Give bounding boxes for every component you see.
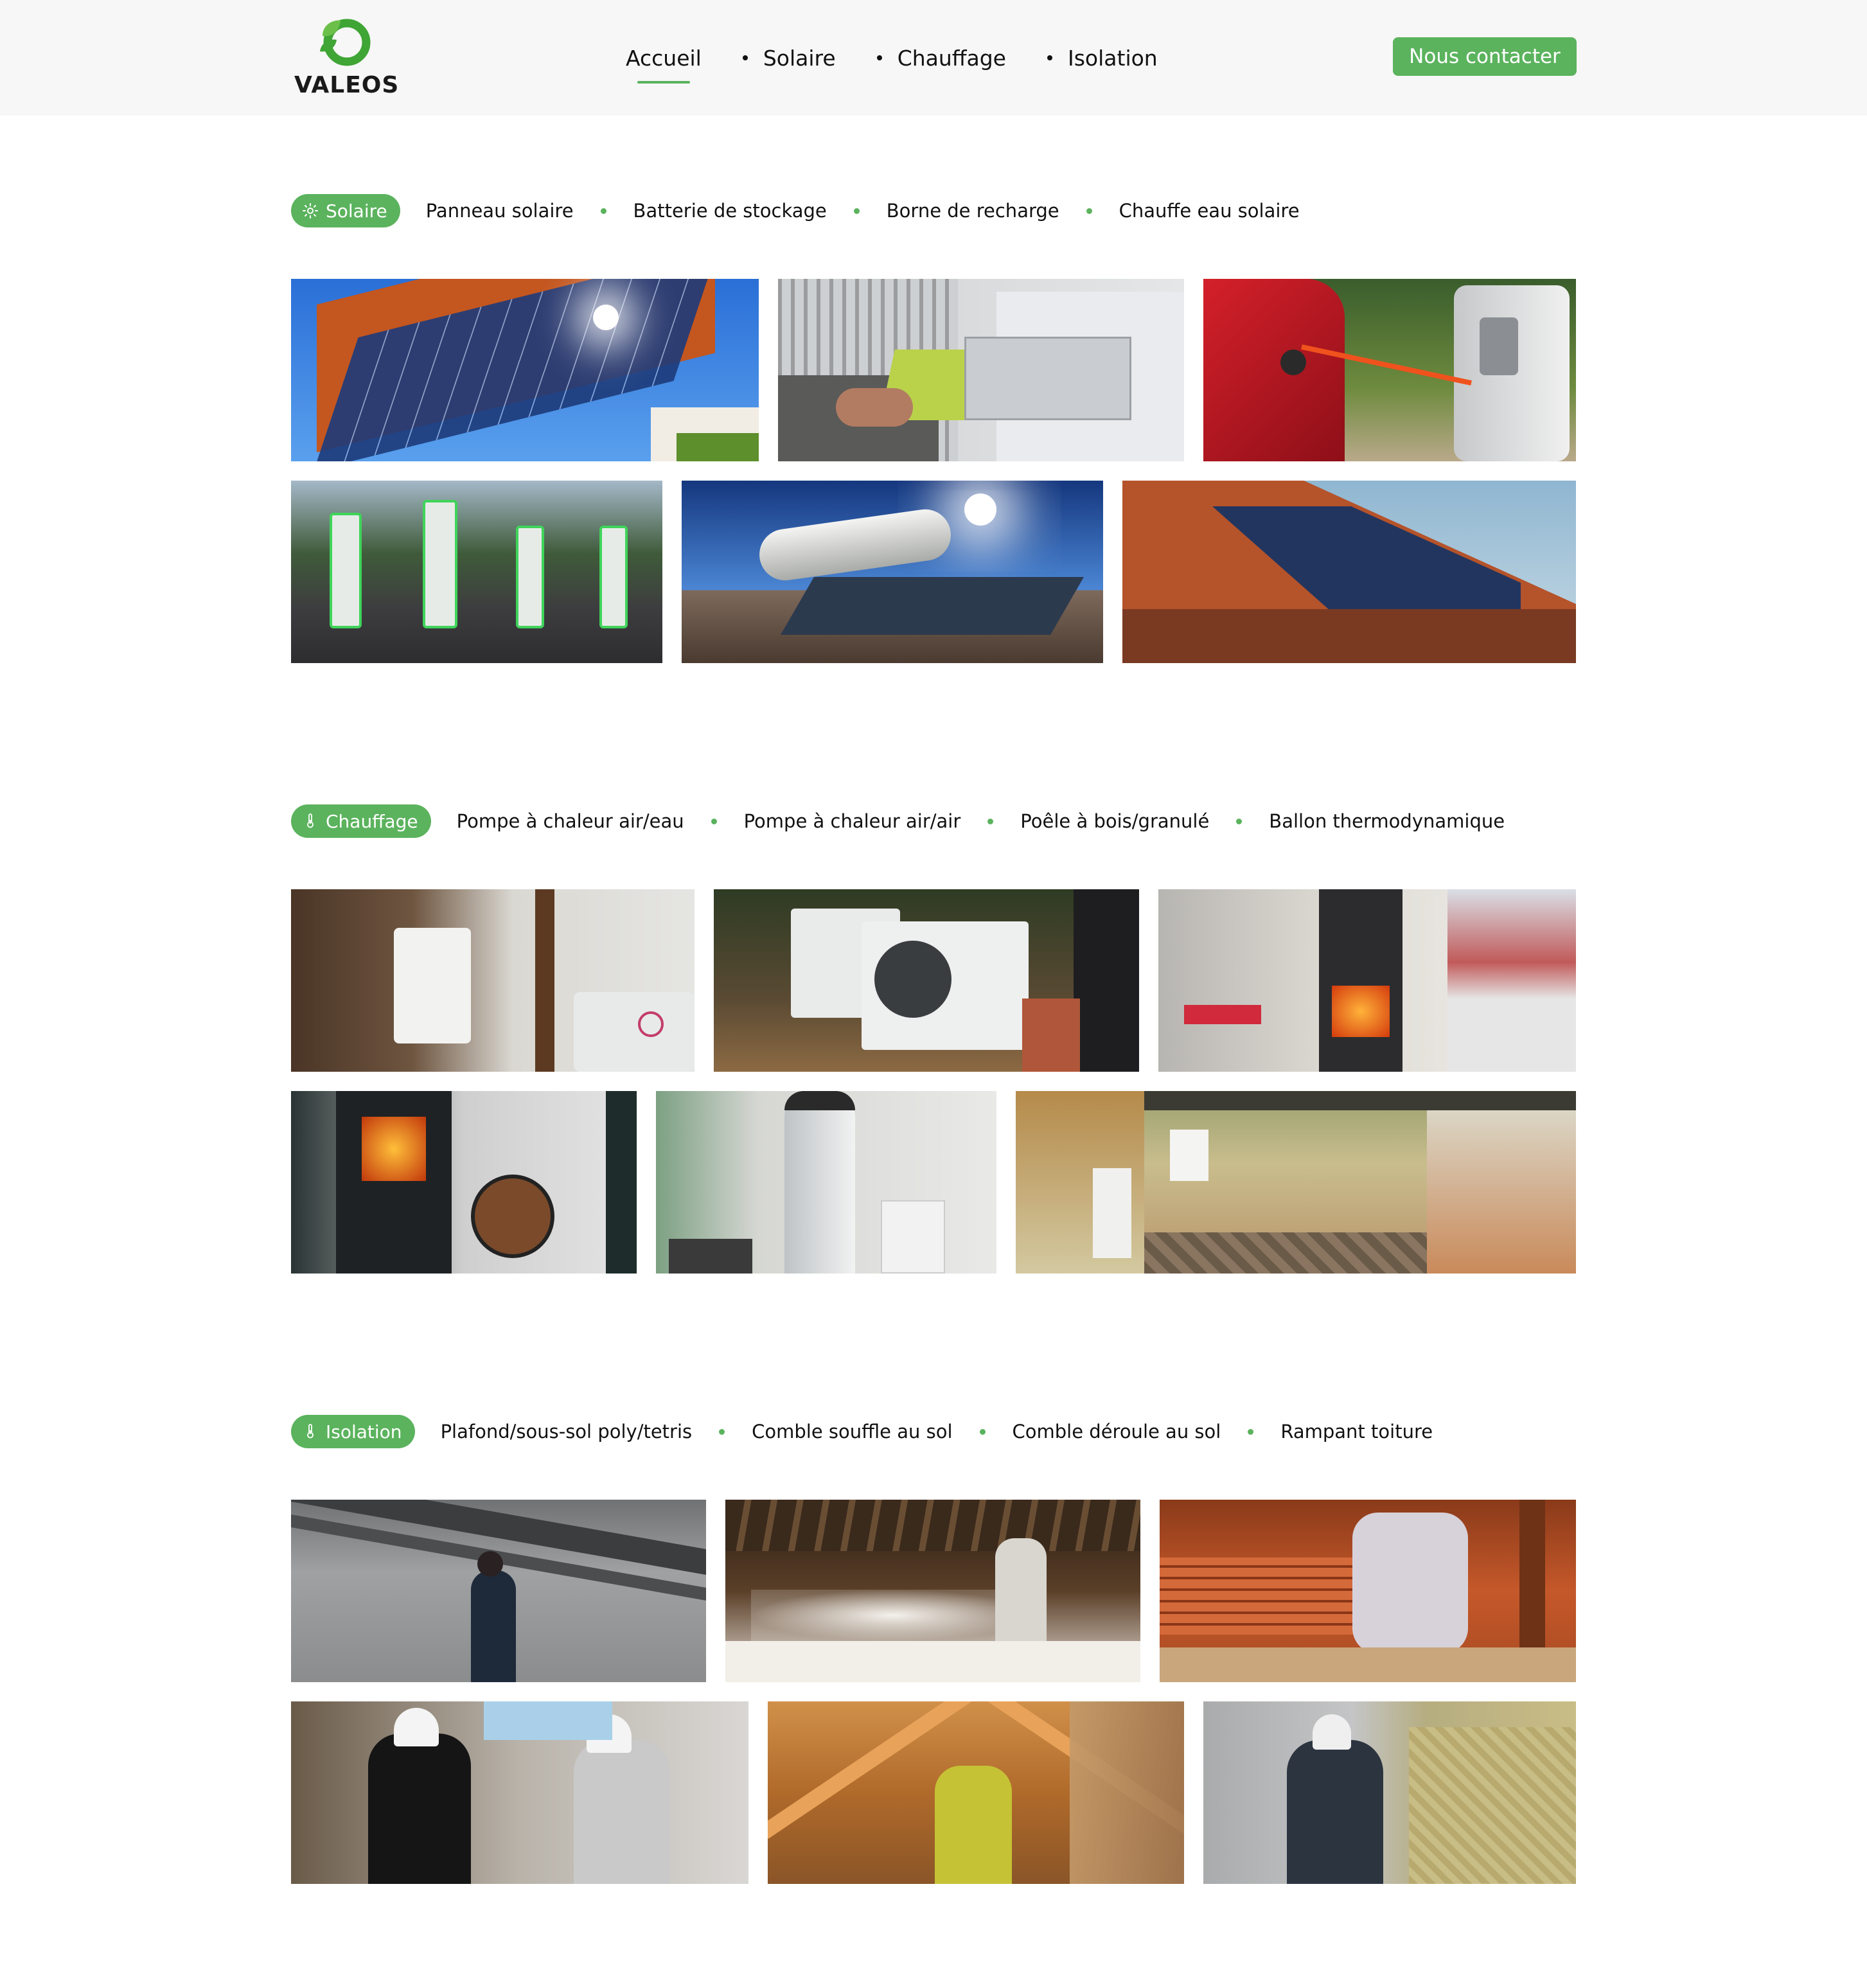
subnav-plafond[interactable]: Plafond/sous-sol poly/tetris	[441, 1421, 693, 1442]
isolation-section: Isolation Plafond/sous-sol poly/tetris C…	[291, 1415, 1576, 1886]
photo-outdoor-units[interactable]	[714, 889, 1139, 1072]
solaire-pill-label: Solaire	[326, 200, 387, 222]
photo-roof-rafters[interactable]	[768, 1701, 1184, 1884]
sun-icon	[303, 203, 318, 218]
isolation-pill[interactable]: Isolation	[291, 1415, 415, 1448]
subnav-separator	[1248, 1428, 1254, 1435]
photo-solar-roof[interactable]	[291, 279, 759, 461]
nav-accueil[interactable]: Accueil	[626, 45, 702, 84]
photo-water-heater-laundry[interactable]	[656, 1091, 996, 1274]
nav-chauffage[interactable]: Chauffage	[876, 45, 1006, 71]
photo-workers-measuring[interactable]	[291, 1701, 748, 1884]
subnav-comble-deroule[interactable]: Comble déroule au sol	[1013, 1421, 1221, 1442]
chauffage-pill[interactable]: Chauffage	[291, 804, 431, 838]
nav-solaire-label: Solaire	[763, 45, 836, 71]
chauffage-pill-label: Chauffage	[326, 810, 418, 832]
subnav-label: Pompe à chaleur air/air	[743, 810, 961, 832]
nav-isolation-label: Isolation	[1068, 45, 1158, 71]
subnav-label: Comble souffle au sol	[752, 1421, 953, 1442]
subnav-separator	[1086, 208, 1092, 214]
logo-leaf-icon	[320, 19, 371, 66]
main-nav: Accueil Solaire Chauffage Isolation	[626, 39, 1158, 84]
nav-bullet	[742, 55, 748, 60]
photo-ceiling-install[interactable]	[291, 1500, 706, 1682]
subnav-label: Borne de recharge	[886, 200, 1059, 222]
subnav-label: Poêle à bois/granulé	[1020, 810, 1210, 832]
photo-ev-charger[interactable]	[1203, 279, 1576, 461]
subnav-chauffe-eau[interactable]: Chauffe eau solaire	[1119, 200, 1300, 222]
solaire-pill[interactable]: Solaire	[291, 194, 400, 227]
subnav-separator	[979, 1428, 986, 1435]
subnav-label: Pompe à chaleur air/eau	[456, 810, 684, 832]
photo-stove-firewood[interactable]	[291, 1091, 637, 1274]
nav-accueil-label: Accueil	[626, 45, 702, 71]
subnav-separator	[1236, 818, 1243, 824]
subnav-separator	[719, 1428, 725, 1435]
subnav-rampant[interactable]: Rampant toiture	[1280, 1421, 1433, 1442]
nav-bullet	[1047, 55, 1052, 60]
isolation-subnav: Isolation Plafond/sous-sol poly/tetris C…	[291, 1415, 1433, 1448]
subnav-separator	[600, 208, 606, 214]
photo-battery-drawer[interactable]	[778, 279, 1184, 461]
subnav-borne-recharge[interactable]: Borne de recharge	[887, 200, 1059, 222]
photo-house-solar[interactable]	[1122, 481, 1576, 663]
thermometer-icon	[307, 813, 314, 828]
photo-charging-stations[interactable]	[291, 481, 662, 663]
subnav-label: Chauffe eau solaire	[1119, 200, 1300, 222]
subnav-label: Panneau solaire	[425, 200, 574, 222]
subnav-batterie[interactable]: Batterie de stockage	[633, 200, 827, 222]
solaire-section: Solaire Panneau solaire Batterie de stoc…	[291, 194, 1576, 666]
subnav-separator	[853, 208, 860, 214]
subnav-label: Ballon thermodynamique	[1269, 810, 1505, 832]
subnav-poele[interactable]: Poêle à bois/granulé	[1020, 810, 1209, 832]
subnav-label: Comble déroule au sol	[1012, 1421, 1221, 1442]
solaire-subnav: Solaire Panneau solaire Batterie de stoc…	[291, 194, 1300, 227]
subnav-label: Batterie de stockage	[633, 200, 827, 222]
photo-wall-insulation[interactable]	[1203, 1701, 1576, 1884]
isolation-pill-label: Isolation	[326, 1421, 402, 1442]
contact-button[interactable]: Nous contacter	[1393, 37, 1577, 76]
thermometer-icon	[307, 1424, 314, 1439]
valeos-logo[interactable]: VALEOS	[294, 14, 400, 98]
nav-solaire[interactable]: Solaire	[742, 45, 836, 71]
subnav-label: Rampant toiture	[1280, 1421, 1433, 1442]
photo-attic-worker[interactable]	[1160, 1500, 1576, 1682]
photo-heat-pump-interior[interactable]	[291, 889, 695, 1072]
logo-text: VALEOS	[294, 72, 400, 98]
photo-solar-water-heater[interactable]	[682, 481, 1103, 663]
nav-chauffage-label: Chauffage	[897, 45, 1006, 71]
subnav-separator	[711, 818, 717, 824]
nav-isolation[interactable]: Isolation	[1047, 46, 1158, 71]
subnav-comble-souffle[interactable]: Comble souffle au sol	[752, 1421, 952, 1442]
chauffage-section: Chauffage Pompe à chaleur air/eau Pompe …	[291, 804, 1576, 1276]
photo-wood-stove-living[interactable]	[1158, 889, 1576, 1072]
subnav-panneau-solaire[interactable]: Panneau solaire	[426, 200, 574, 222]
photo-house-cutaway[interactable]	[1016, 1091, 1576, 1274]
photo-blown-insulation[interactable]	[725, 1500, 1140, 1682]
subnav-ballon[interactable]: Ballon thermodynamique	[1269, 810, 1505, 832]
nav-bullet	[876, 55, 882, 60]
subnav-pac-air-eau[interactable]: Pompe à chaleur air/eau	[457, 810, 684, 832]
subnav-separator	[987, 818, 994, 824]
chauffage-subnav: Chauffage Pompe à chaleur air/eau Pompe …	[291, 804, 1505, 838]
site-header: VALEOS Accueil Solaire Chauffage Isolati…	[0, 0, 1867, 116]
subnav-pac-air-air[interactable]: Pompe à chaleur air/air	[744, 810, 961, 832]
subnav-label: Plafond/sous-sol poly/tetris	[440, 1421, 693, 1442]
